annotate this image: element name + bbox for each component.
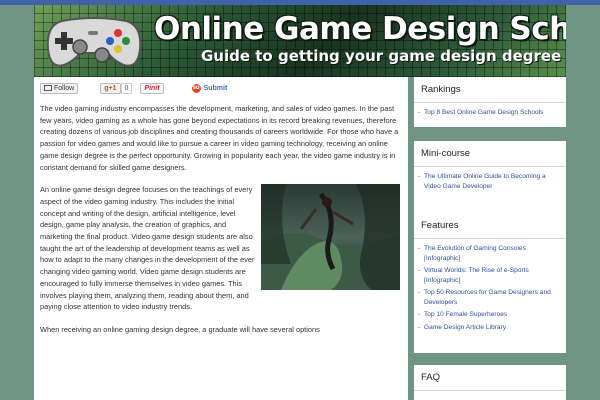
rankings-link[interactable]: Top 8 Best Online Game Design Schools (418, 108, 562, 118)
envelope-icon (44, 85, 52, 91)
site-title[interactable]: Online Game Design Schools (154, 11, 566, 47)
minicourse-widget: Mini-course The Ultimate Online Guide to… (414, 141, 566, 222)
minicourse-link[interactable]: The Ultimate Online Guide to Becoming a … (418, 172, 562, 191)
follow-button[interactable]: Follow (40, 82, 79, 94)
rankings-heading: Rankings (414, 77, 566, 103)
game-art-image (261, 184, 400, 291)
features-link[interactable]: Top 10 Female Superheroes (418, 310, 562, 320)
features-heading: Features (414, 213, 566, 239)
share-bar: Follow g+1 0 Pinit su Submit (40, 81, 402, 95)
minicourse-heading: Mini-course (414, 141, 566, 167)
site-subtitle: Guide to getting your game design degree… (201, 47, 566, 65)
site-header-banner[interactable]: Online Game Design Schools Guide to gett… (34, 5, 566, 77)
submit-button[interactable]: Submit (204, 85, 228, 92)
article-paragraph-1: The video gaming industry encompasses th… (40, 104, 399, 172)
features-link[interactable]: Game Design Article Library (418, 323, 562, 333)
features-link[interactable]: Top 50 Resources for Game Designers and … (418, 288, 562, 307)
gplus-button[interactable]: g+1 (100, 82, 121, 94)
game-art-illustration (261, 184, 400, 291)
stumbleupon-icon[interactable]: su (191, 83, 201, 93)
follow-label: Follow (54, 84, 75, 92)
article-paragraph-3: When receiving an online gaming design d… (40, 324, 320, 334)
features-link[interactable]: Virtual Worlds: The Rise of e-Sports [In… (418, 266, 562, 285)
faq-heading: FAQ (414, 365, 566, 391)
faq-widget: FAQ (414, 365, 566, 400)
features-widget: Features The Evolution of Gaming Console… (414, 213, 566, 353)
main-content: Follow g+1 0 Pinit su Submit The video g… (34, 77, 408, 400)
rankings-widget: Rankings Top 8 Best Online Game Design S… (414, 77, 566, 127)
sidebar: Rankings Top 8 Best Online Game Design S… (414, 77, 566, 400)
gamepad-icon (46, 17, 142, 67)
gplus-count: 0 (120, 82, 133, 94)
features-link[interactable]: The Evolution of Gaming Consoles [Infogr… (418, 244, 562, 263)
pinit-button[interactable]: Pinit (140, 82, 164, 94)
